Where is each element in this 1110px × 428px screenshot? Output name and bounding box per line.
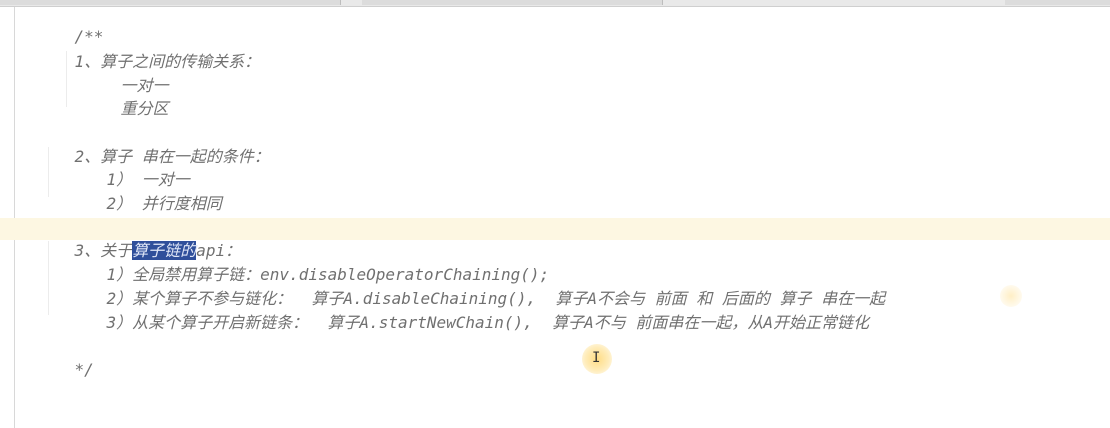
code-line[interactable]: /**	[36, 4, 104, 46]
pointer-trail	[1000, 285, 1022, 307]
code-line-text: 2） 并行度相同	[106, 194, 222, 213]
editor-tab-bar	[0, 0, 1110, 7]
code-line-text: 重分区	[120, 99, 169, 118]
code-line-text: */	[74, 360, 94, 379]
code-line[interactable]: 1） 一对一	[68, 147, 190, 189]
editor-tab[interactable]	[1005, 0, 1110, 5]
text-cursor-icon: I	[592, 350, 601, 366]
code-editor[interactable]: /** 1、算子之间的传输关系： 一对一 重分区 2、算子 串在一起的条件： 1…	[0, 7, 1110, 428]
code-line[interactable]: 2） 并行度相同	[68, 171, 222, 213]
code-line[interactable]: 1）全局禁用算子链：env.disableOperatorChaining();	[68, 242, 550, 284]
code-line[interactable]: 3）从某个算子开启新链条： 算子A.startNewChain(), 算子A不与…	[68, 290, 869, 332]
code-line[interactable]: 2）某个算子不参与链化： 算子A.disableChaining(), 算子A不…	[68, 266, 886, 308]
code-line[interactable]: 一对一	[82, 53, 169, 95]
editor-tab[interactable]	[362, 0, 663, 5]
code-line[interactable]: 3、关于算子链的api：	[36, 218, 241, 260]
code-line[interactable]: */	[36, 337, 94, 379]
code-line[interactable]: 重分区	[82, 76, 169, 118]
code-line[interactable]: 1、算子之间的传输关系：	[36, 29, 261, 71]
code-line[interactable]: 2、算子 串在一起的条件：	[36, 124, 270, 166]
code-line-text: 3）从某个算子开启新链条： 算子A.startNewChain(), 算子A不与…	[106, 313, 869, 332]
